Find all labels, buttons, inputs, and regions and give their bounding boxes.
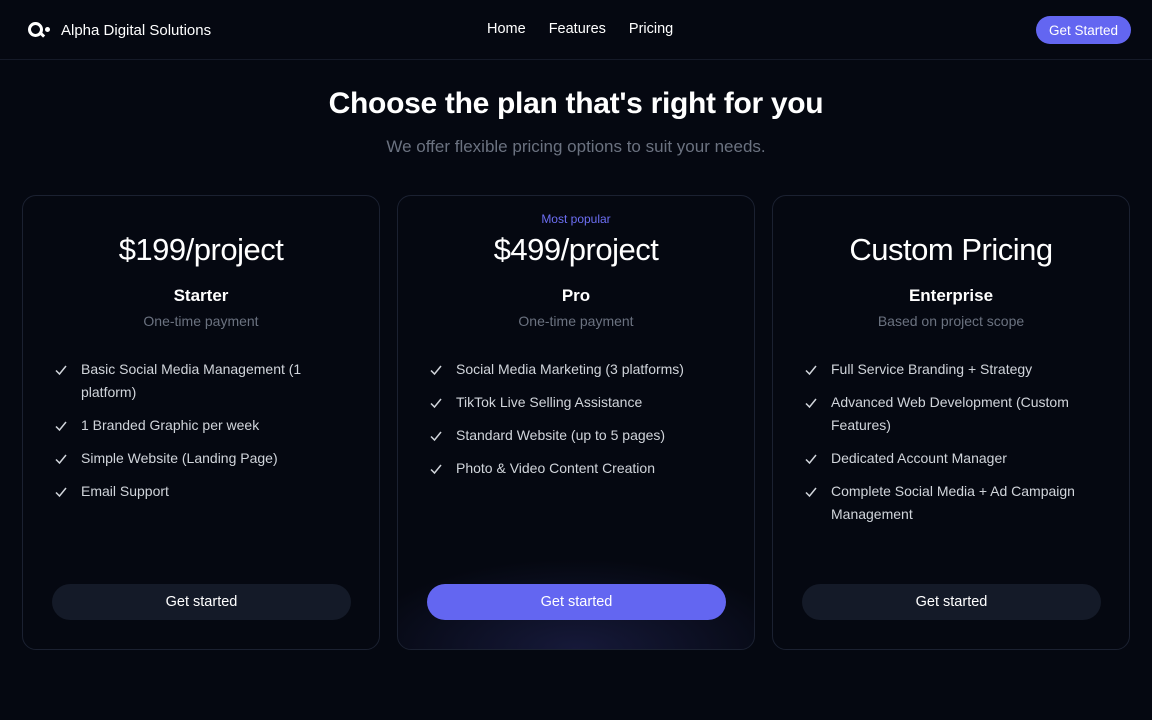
feature-item: Simple Website (Landing Page): [55, 450, 355, 470]
check-icon: [805, 487, 817, 498]
page-subtitle: We offer flexible pricing options to sui…: [386, 137, 766, 156]
check-icon: [55, 454, 67, 465]
feature-item: Full Service Branding + Strategy: [805, 361, 1105, 381]
feature-item: 1 Branded Graphic per week: [55, 417, 355, 437]
pricing-card-enterprise: Custom Pricing Enterprise Based on proje…: [772, 195, 1130, 650]
check-icon: [805, 398, 817, 409]
plan-payment-note: One-time payment: [518, 313, 634, 329]
nav-link-features[interactable]: Features: [549, 21, 606, 37]
nav-link-home[interactable]: Home: [487, 21, 526, 37]
nav-links: Home Features Pricing: [487, 21, 696, 37]
feature-text: Email Support: [81, 483, 169, 499]
feature-item: Email Support: [55, 483, 355, 503]
check-icon: [55, 421, 67, 432]
feature-text: Advanced Web Development (Custom Feature…: [831, 394, 1069, 433]
get-started-starter-button[interactable]: Get started: [52, 584, 351, 620]
plan-price: $199/project: [118, 232, 284, 267]
get-started-enterprise-button[interactable]: Get started: [802, 584, 1101, 620]
feature-item: Dedicated Account Manager: [805, 450, 1105, 470]
plan-price: $499/project: [493, 232, 659, 267]
check-icon: [55, 487, 67, 498]
feature-list: Basic Social Media Management (1 platfor…: [55, 361, 355, 517]
feature-item: Complete Social Media + Ad Campaign Mana…: [805, 483, 1105, 526]
plan-name: Pro: [561, 286, 591, 305]
feature-text: Simple Website (Landing Page): [81, 450, 278, 466]
top-navbar: Alpha Digital Solutions Home Features Pr…: [0, 0, 1152, 60]
feature-text: Full Service Branding + Strategy: [831, 361, 1033, 377]
get-started-pro-button[interactable]: Get started: [427, 584, 726, 620]
plan-name: Enterprise: [908, 286, 994, 305]
plan-name: Starter: [173, 286, 229, 305]
feature-list: Social Media Marketing (3 platforms) Tik…: [430, 361, 730, 494]
plan-price: Custom Pricing: [849, 232, 1053, 267]
page-title: Choose the plan that's right for you: [328, 87, 824, 120]
plan-payment-note: Based on project scope: [877, 313, 1025, 329]
check-icon: [430, 464, 442, 475]
check-icon: [430, 365, 442, 376]
get-started-button[interactable]: Get Started: [1035, 16, 1131, 44]
feature-item: TikTok Live Selling Assistance: [430, 394, 730, 414]
pricing-card-pro: Most popular $499/project Pro One-time p…: [397, 195, 755, 650]
check-icon: [805, 365, 817, 376]
feature-text: Complete Social Media + Ad Campaign Mana…: [831, 483, 1075, 522]
feature-text: Photo & Video Content Creation: [456, 460, 655, 476]
check-icon: [805, 454, 817, 465]
feature-text: Basic Social Media Management (1 platfor…: [81, 361, 302, 400]
check-icon: [55, 365, 67, 376]
most-popular-badge: Most popular: [541, 212, 611, 226]
feature-item: Advanced Web Development (Custom Feature…: [805, 394, 1105, 437]
feature-text: 1 Branded Graphic per week: [81, 417, 260, 433]
nav-link-pricing[interactable]: Pricing: [629, 21, 673, 37]
feature-item: Social Media Marketing (3 platforms): [430, 361, 730, 381]
feature-text: Standard Website (up to 5 pages): [456, 427, 666, 443]
search-dot-logo-icon: [27, 19, 51, 41]
feature-text: Dedicated Account Manager: [831, 450, 1007, 466]
pricing-card-starter: $199/project Starter One-time payment Ba…: [22, 195, 380, 650]
feature-text: TikTok Live Selling Assistance: [456, 394, 643, 410]
brand-name: Alpha Digital Solutions: [61, 21, 212, 39]
brand[interactable]: Alpha Digital Solutions: [27, 19, 211, 41]
pricing-page: Alpha Digital Solutions Home Features Pr…: [0, 0, 1152, 720]
feature-item: Basic Social Media Management (1 platfor…: [55, 361, 355, 404]
feature-item: Photo & Video Content Creation: [430, 460, 730, 480]
feature-text: Social Media Marketing (3 platforms): [456, 361, 684, 377]
check-icon: [430, 431, 442, 442]
plan-payment-note: One-time payment: [143, 313, 259, 329]
feature-item: Standard Website (up to 5 pages): [430, 427, 730, 447]
check-icon: [430, 398, 442, 409]
feature-list: Full Service Branding + Strategy Advance…: [805, 361, 1105, 540]
